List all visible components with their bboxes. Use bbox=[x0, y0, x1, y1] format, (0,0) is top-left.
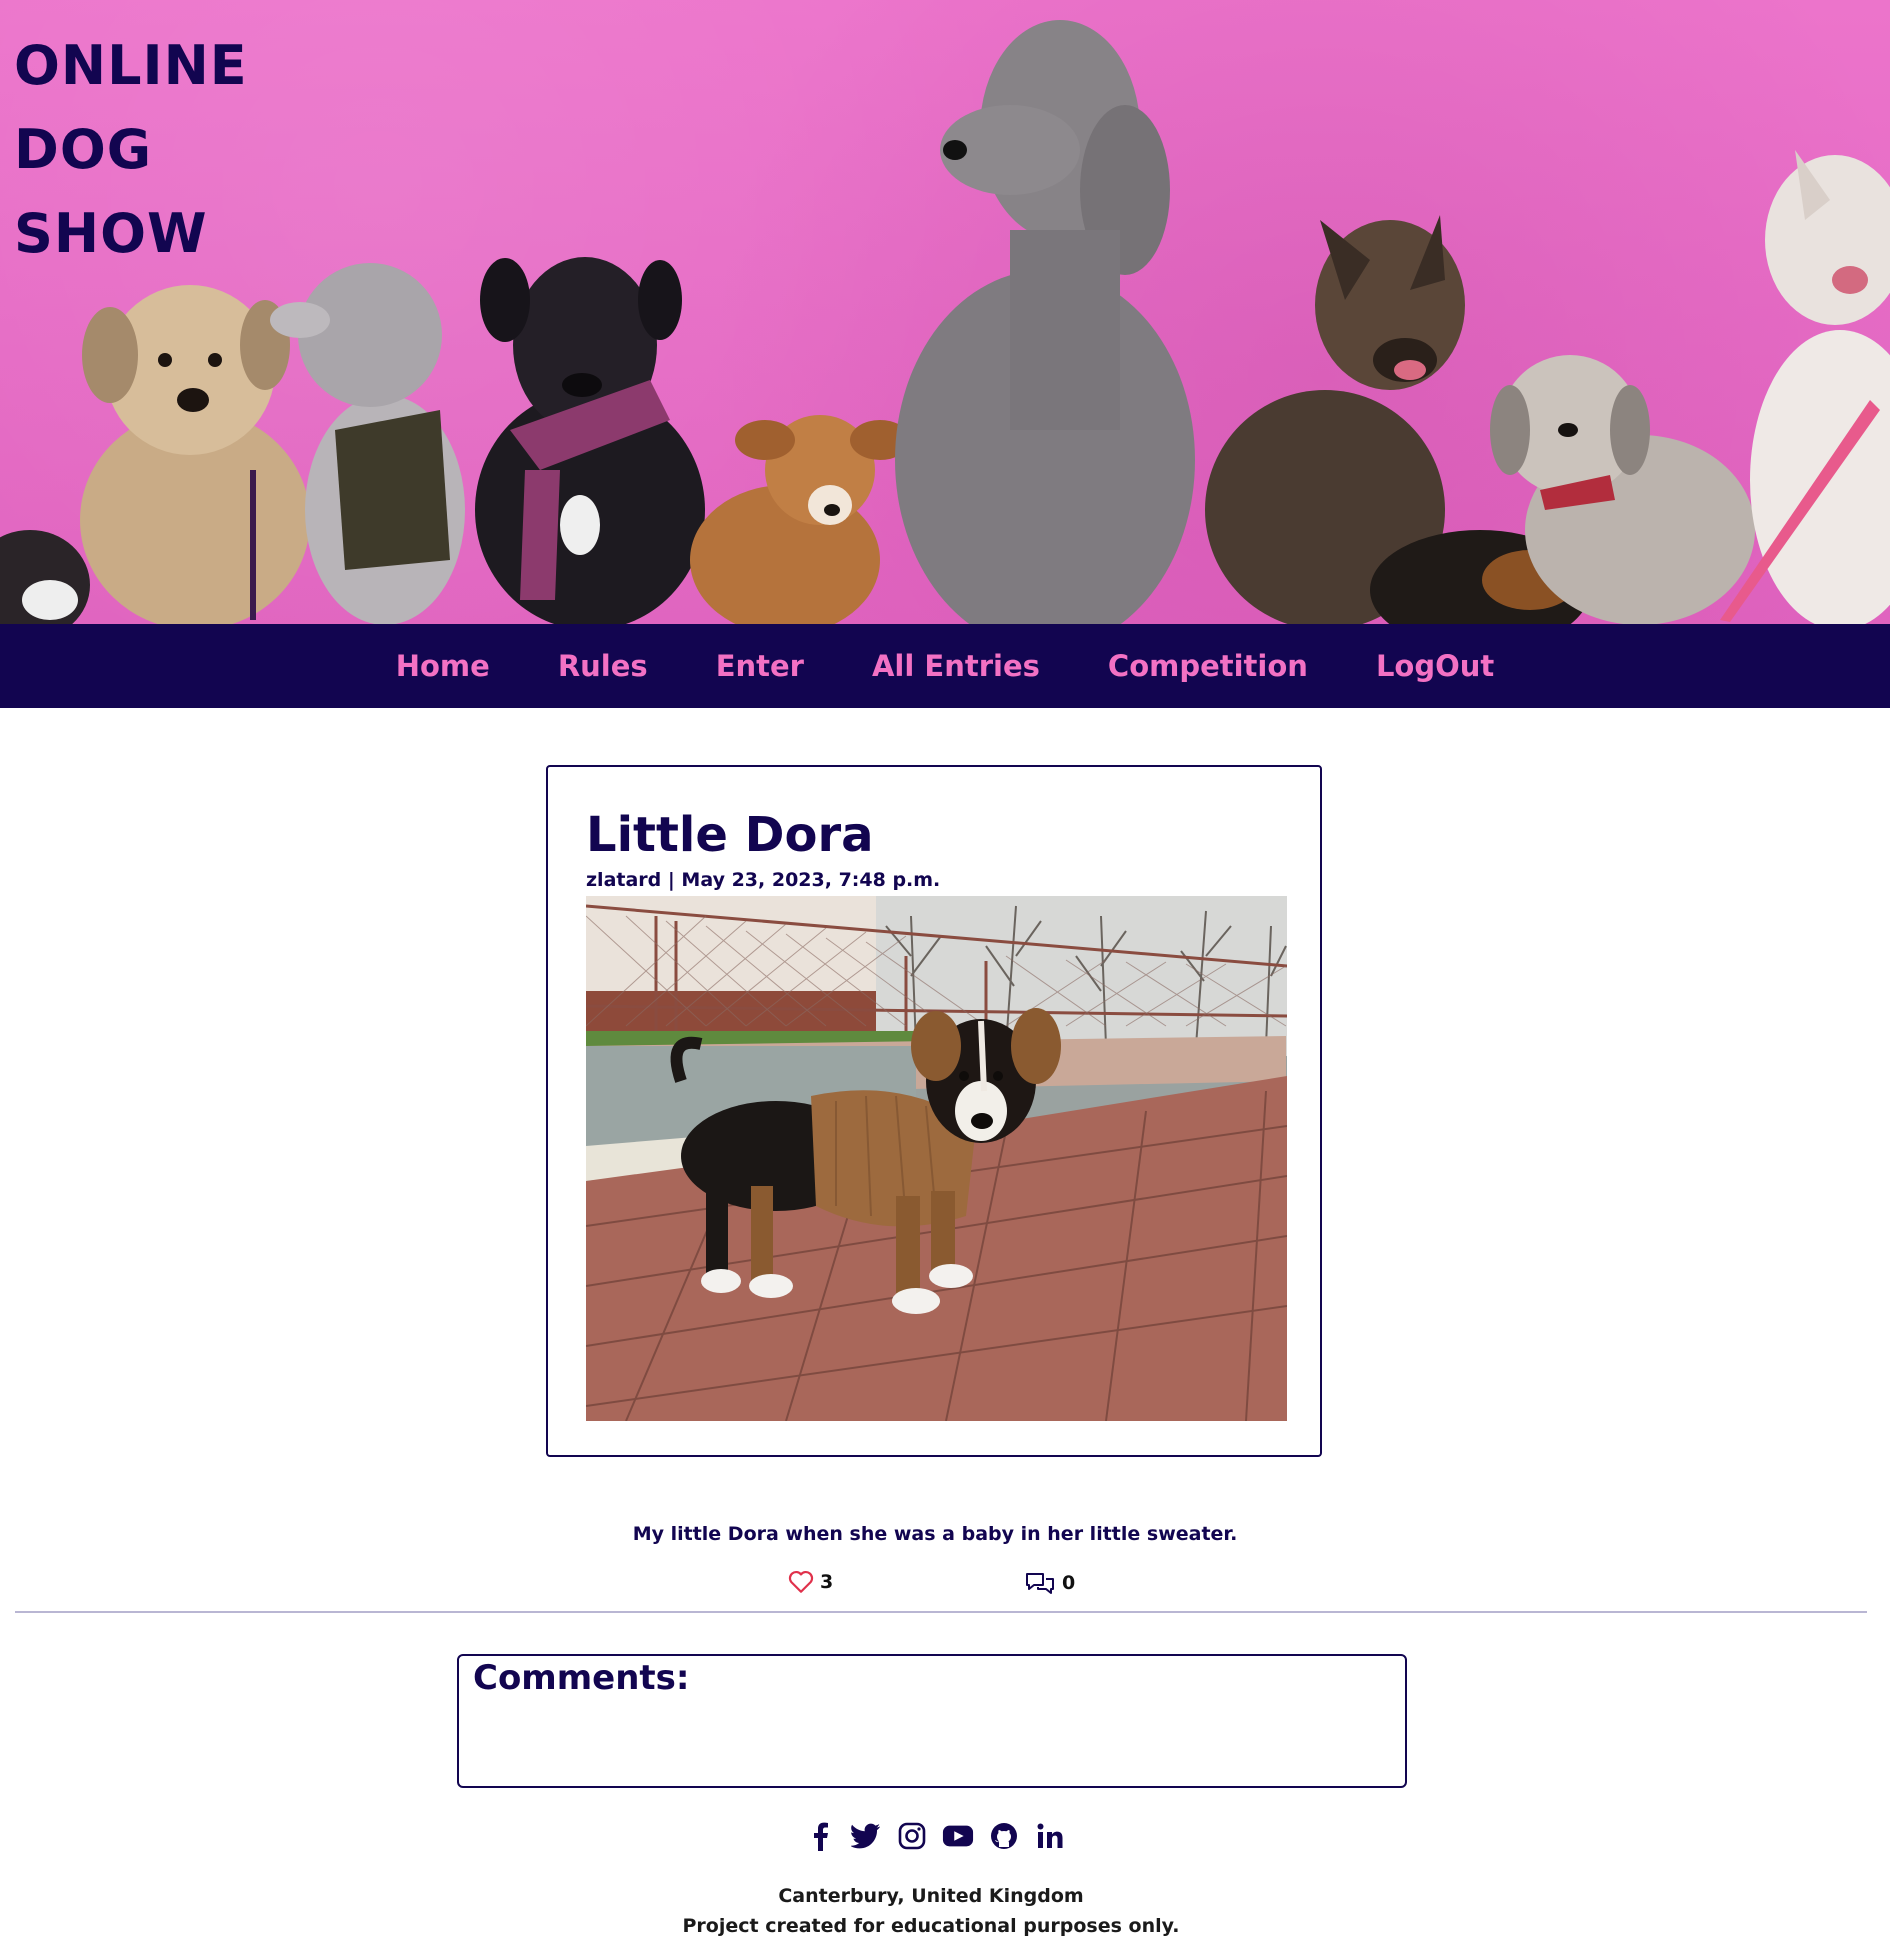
nav-link-logout[interactable]: LogOut bbox=[1376, 649, 1494, 683]
twitter-icon[interactable] bbox=[850, 1820, 882, 1852]
nav-link-all-entries[interactable]: All Entries bbox=[872, 649, 1040, 683]
youtube-icon[interactable] bbox=[942, 1820, 974, 1852]
site-title-line: DOG bbox=[14, 118, 153, 181]
site-title[interactable]: ONLINE DOG SHOW bbox=[14, 24, 248, 276]
comments-count: 0 bbox=[1062, 1572, 1076, 1594]
post-title: Little Dora bbox=[586, 807, 874, 863]
nav-link-competition[interactable]: Competition bbox=[1108, 649, 1308, 683]
footer-note: Project created for educational purposes… bbox=[682, 1915, 1180, 1937]
hero-banner: ONLINE DOG SHOW bbox=[0, 0, 1890, 624]
heart-icon bbox=[788, 1570, 814, 1593]
post-image bbox=[586, 896, 1287, 1421]
post-card: Little Dora zlatard | May 23, 2023, 7:48… bbox=[546, 765, 1322, 1457]
nav-link-rules[interactable]: Rules bbox=[558, 649, 648, 683]
nav-link-enter[interactable]: Enter bbox=[716, 649, 804, 683]
comments-heading: Comments: bbox=[473, 1658, 690, 1698]
main-navbar: Home Rules Enter All Entries Competition… bbox=[0, 624, 1890, 708]
post-meta: zlatard | May 23, 2023, 7:48 p.m. bbox=[586, 869, 941, 891]
site-title-line: ONLINE bbox=[14, 34, 248, 97]
facebook-icon[interactable] bbox=[804, 1820, 836, 1852]
hero-dogs-illustration bbox=[0, 20, 1890, 624]
post-description: My little Dora when she was a baby in he… bbox=[632, 1523, 1238, 1545]
section-divider bbox=[15, 1611, 1867, 1613]
github-icon[interactable] bbox=[988, 1820, 1020, 1852]
comments-stat: 0 bbox=[1024, 1570, 1075, 1596]
nav-link-home[interactable]: Home bbox=[396, 649, 490, 683]
footer-location: Canterbury, United Kingdom bbox=[778, 1885, 1084, 1907]
puppy-photo bbox=[586, 896, 1287, 1421]
likes-count: 3 bbox=[820, 1571, 834, 1593]
comments-icon bbox=[1026, 1573, 1054, 1594]
like-button[interactable]: 3 bbox=[788, 1570, 833, 1594]
linkedin-icon[interactable] bbox=[1034, 1820, 1066, 1852]
comments-section: Comments: bbox=[457, 1654, 1407, 1788]
social-links bbox=[0, 1820, 1870, 1852]
instagram-icon[interactable] bbox=[896, 1820, 928, 1852]
site-title-line: SHOW bbox=[14, 202, 208, 265]
